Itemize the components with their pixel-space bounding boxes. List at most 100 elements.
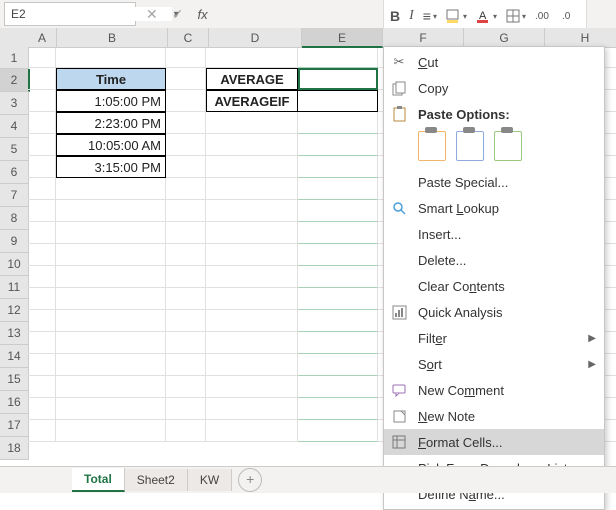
cell-C7[interactable] <box>166 178 206 200</box>
row-header-15[interactable]: 15 <box>0 368 29 391</box>
cell-D13[interactable] <box>206 310 298 332</box>
cell-E1[interactable] <box>298 48 378 68</box>
cell-A15[interactable] <box>28 354 56 376</box>
column-header-C[interactable]: C <box>168 28 209 48</box>
cell-D16[interactable] <box>206 376 298 398</box>
menu-copy[interactable]: Copy <box>384 75 604 101</box>
new-sheet-button[interactable]: + <box>238 468 262 492</box>
row-header-2[interactable]: 2 <box>0 69 30 92</box>
fill-color-button[interactable]: ▾ <box>446 9 467 24</box>
cell-A14[interactable] <box>28 332 56 354</box>
cell-D11[interactable] <box>206 266 298 288</box>
cell-C10[interactable] <box>166 244 206 266</box>
cell-B13[interactable] <box>56 310 166 332</box>
cell-C18[interactable] <box>166 420 206 442</box>
column-header-D[interactable]: D <box>209 28 302 48</box>
cell-C11[interactable] <box>166 266 206 288</box>
cell-B10[interactable] <box>56 244 166 266</box>
row-header-11[interactable]: 11 <box>0 276 29 299</box>
cell-D7[interactable] <box>206 178 298 200</box>
row-header-4[interactable]: 4 <box>0 115 29 138</box>
cell-B11[interactable] <box>56 266 166 288</box>
cell-B6[interactable]: 3:15:00 PM <box>56 156 166 178</box>
cell-A3[interactable] <box>28 90 56 112</box>
row-header-17[interactable]: 17 <box>0 414 29 437</box>
menu-quick-analysis[interactable]: Quick Analysis <box>384 299 604 325</box>
row-header-18[interactable]: 18 <box>0 437 29 460</box>
cell-C6[interactable] <box>166 156 206 178</box>
column-header-E[interactable]: E <box>302 28 383 48</box>
row-header-5[interactable]: 5 <box>0 138 29 161</box>
cell-E18[interactable] <box>298 420 378 442</box>
row-header-7[interactable]: 7 <box>0 184 29 207</box>
menu-filter[interactable]: Filter▶ <box>384 325 604 351</box>
cell-A2[interactable] <box>28 68 56 90</box>
cell-C13[interactable] <box>166 310 206 332</box>
cell-B4[interactable]: 2:23:00 PM <box>56 112 166 134</box>
cell-C12[interactable] <box>166 288 206 310</box>
cell-A16[interactable] <box>28 376 56 398</box>
cell-C1[interactable] <box>166 48 206 68</box>
row-header-8[interactable]: 8 <box>0 207 29 230</box>
cell-B1[interactable] <box>56 48 166 68</box>
cell-B9[interactable] <box>56 222 166 244</box>
menu-delete[interactable]: Delete... <box>384 247 604 273</box>
sheet-tab-kw[interactable]: KW <box>188 469 232 491</box>
cell-D2[interactable]: AVERAGE <box>206 68 298 90</box>
row-header-6[interactable]: 6 <box>0 161 29 184</box>
decimal-button[interactable]: .00 <box>535 9 553 23</box>
cell-C9[interactable] <box>166 222 206 244</box>
cell-D17[interactable] <box>206 398 298 420</box>
cell-C15[interactable] <box>166 354 206 376</box>
menu-insert[interactable]: Insert... <box>384 221 604 247</box>
borders-button[interactable]: ▾ <box>506 9 526 23</box>
cell-E6[interactable] <box>298 156 378 178</box>
paste-option-1[interactable] <box>418 131 446 161</box>
cell-D6[interactable] <box>206 156 298 178</box>
cell-D5[interactable] <box>206 134 298 156</box>
cell-D3[interactable]: AVERAGEIF <box>206 90 298 112</box>
cell-E14[interactable] <box>298 332 378 354</box>
cell-E3[interactable] <box>298 90 378 112</box>
cell-E12[interactable] <box>298 288 378 310</box>
row-header-3[interactable]: 3 <box>0 92 29 115</box>
bold-button[interactable]: B <box>390 8 400 24</box>
column-header-B[interactable]: B <box>57 28 168 48</box>
row-header-9[interactable]: 9 <box>0 230 29 253</box>
row-header-13[interactable]: 13 <box>0 322 29 345</box>
row-header-16[interactable]: 16 <box>0 391 29 414</box>
cell-B18[interactable] <box>56 420 166 442</box>
cell-E8[interactable] <box>298 200 378 222</box>
cell-B8[interactable] <box>56 200 166 222</box>
cell-A11[interactable] <box>28 266 56 288</box>
cell-A13[interactable] <box>28 310 56 332</box>
cell-E10[interactable] <box>298 244 378 266</box>
cell-D12[interactable] <box>206 288 298 310</box>
cell-A5[interactable] <box>28 134 56 156</box>
column-header-H[interactable]: H <box>545 28 616 48</box>
cell-A7[interactable] <box>28 178 56 200</box>
sheet-tab-total[interactable]: Total <box>72 468 125 492</box>
row-header-10[interactable]: 10 <box>0 253 29 276</box>
cell-A18[interactable] <box>28 420 56 442</box>
cell-E17[interactable] <box>298 398 378 420</box>
cell-D1[interactable] <box>206 48 298 68</box>
cell-E13[interactable] <box>298 310 378 332</box>
cell-E4[interactable] <box>298 112 378 134</box>
cell-C17[interactable] <box>166 398 206 420</box>
cell-D15[interactable] <box>206 354 298 376</box>
paste-option-2[interactable] <box>456 131 484 161</box>
sheet-tab-sheet2[interactable]: Sheet2 <box>125 469 188 491</box>
cell-A9[interactable] <box>28 222 56 244</box>
menu-cut[interactable]: ✂CuCutt <box>384 49 604 75</box>
menu-smart-lookup[interactable]: Smart Lookup <box>384 195 604 221</box>
decimal2-button[interactable]: .0 <box>562 9 580 23</box>
menu-new-note[interactable]: New Note <box>384 403 604 429</box>
name-box[interactable]: ▼ <box>4 2 136 26</box>
cell-C16[interactable] <box>166 376 206 398</box>
cell-A1[interactable] <box>28 48 56 68</box>
align-button[interactable]: ≡▾ <box>423 8 437 24</box>
row-header-12[interactable]: 12 <box>0 299 29 322</box>
cell-C3[interactable] <box>166 90 206 112</box>
cell-E16[interactable] <box>298 376 378 398</box>
